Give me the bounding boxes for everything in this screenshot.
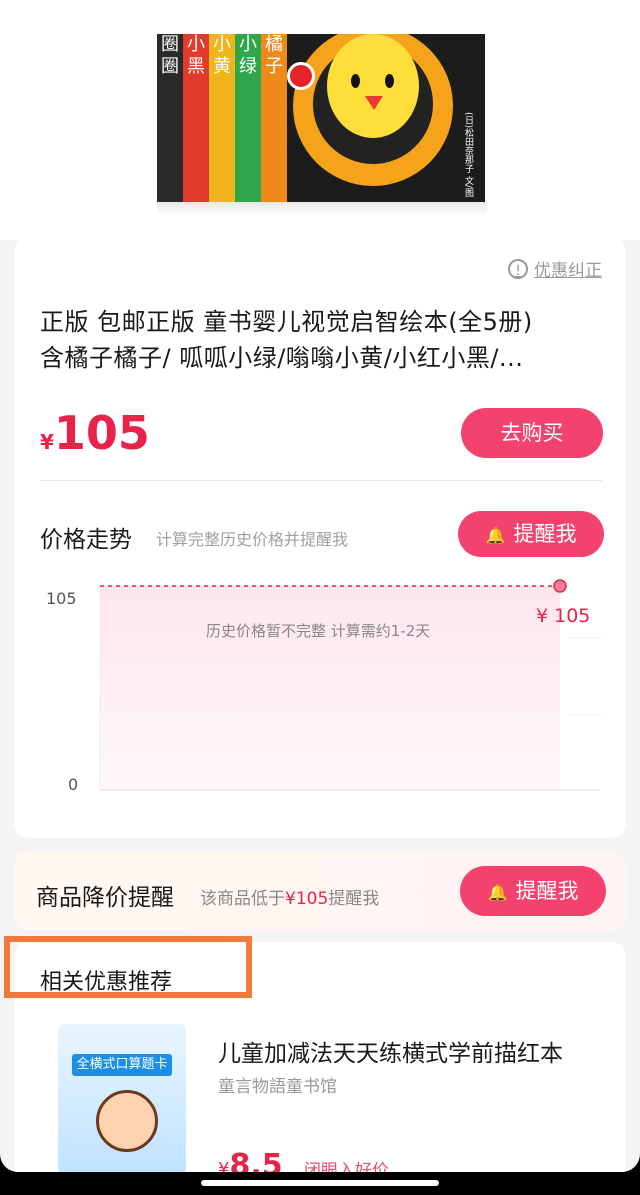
chart-end-label: ¥ 105 bbox=[536, 605, 590, 627]
flower-icon bbox=[287, 62, 315, 90]
thumb-title: 全横式口算题卡 bbox=[72, 1054, 172, 1076]
price-drop-subtitle: 该商品低于¥105提醒我 bbox=[200, 884, 379, 909]
recommended-item-shop: 童言物語童书馆 bbox=[218, 1077, 337, 1097]
price-trend-chart: 105 0 历史价格暂不完整 计算需约1-2天 ¥ 105 bbox=[46, 578, 602, 794]
exclamation-icon: ! bbox=[508, 258, 528, 279]
price-value: 105 bbox=[53, 406, 150, 460]
recommended-item-price: ¥8.5 bbox=[218, 1148, 283, 1172]
book-cover: (日)松田奈那子 文/图 bbox=[287, 34, 485, 204]
book-spine-4: 小绿 bbox=[235, 34, 261, 204]
sub-price: ¥105 bbox=[285, 889, 329, 909]
box-base bbox=[157, 202, 487, 216]
product-title: 正版 包邮正版 童书婴儿视觉启智绘本(全5册) 含橘子橘子/ 呱呱小绿/嗡嗡小黄… bbox=[40, 304, 600, 376]
chick-face bbox=[327, 34, 419, 138]
currency-symbol: ¥ bbox=[218, 1159, 230, 1172]
eye-icon bbox=[385, 74, 394, 88]
report-label: 优惠纠正 bbox=[534, 261, 602, 281]
screen: 圈圈 小黑 小黄 小绿 橘子 (日)松田奈那子 文/图 ! 优惠纠正 正版 包邮… bbox=[0, 0, 640, 1172]
book-set-illustration: 圈圈 小黑 小黄 小绿 橘子 (日)松田奈那子 文/图 bbox=[157, 34, 487, 216]
home-indicator[interactable] bbox=[201, 1180, 439, 1186]
price-value: 8.5 bbox=[229, 1148, 283, 1172]
product-price: ¥105 bbox=[40, 406, 150, 460]
bell-icon: 🔔 bbox=[487, 883, 508, 902]
spine-label: 小黑 bbox=[187, 34, 205, 77]
product-image[interactable]: 圈圈 小黑 小黄 小绿 橘子 (日)松田奈那子 文/图 bbox=[0, 0, 640, 240]
y-tick-label-top: 105 bbox=[46, 589, 77, 608]
remind-label: 提醒我 bbox=[513, 522, 577, 546]
recommended-item-name[interactable]: 儿童加减法天天练横式学前描红本 bbox=[218, 1034, 563, 1068]
title-line-1: 正版 包邮正版 童书婴儿视觉启智绘本(全5册) bbox=[40, 308, 533, 336]
price-trend-subtitle: 计算完整历史价格并提醒我 bbox=[156, 530, 349, 549]
spine-label: 橘子 bbox=[265, 34, 283, 77]
cover-credits: (日)松田奈那子 文/图 bbox=[463, 112, 473, 197]
price-drop-remind-button[interactable]: 🔔 提醒我 bbox=[460, 866, 606, 916]
chart-notice: 历史价格暂不完整 计算需约1-2天 bbox=[206, 622, 430, 640]
book-spine-3: 小黄 bbox=[209, 34, 235, 204]
report-discount-link[interactable]: ! 优惠纠正 bbox=[508, 256, 602, 281]
spine-label: 圈圈 bbox=[161, 34, 179, 77]
book-spine-2: 小黑 bbox=[183, 34, 209, 204]
recommended-item-tag: 闭眼入好价 bbox=[304, 1161, 389, 1172]
price-trend-title: 价格走势 bbox=[40, 527, 132, 553]
divider bbox=[40, 480, 602, 481]
sub-suffix: 提醒我 bbox=[328, 889, 380, 909]
eye-icon bbox=[351, 74, 360, 88]
buy-button[interactable]: 去购买 bbox=[461, 408, 603, 458]
child-illustration bbox=[96, 1090, 158, 1152]
price-drop-alert-card: 商品降价提醒 该商品低于¥105提醒我 🔔 提醒我 bbox=[14, 852, 626, 930]
price-area bbox=[100, 586, 560, 790]
price-point[interactable] bbox=[553, 579, 567, 593]
spine-label: 小绿 bbox=[239, 34, 257, 77]
book-spine-1: 圈圈 bbox=[157, 34, 183, 204]
product-info-card: ! 优惠纠正 正版 包邮正版 童书婴儿视觉启智绘本(全5册) 含橘子橘子/ 呱呱… bbox=[14, 238, 626, 838]
currency-symbol: ¥ bbox=[40, 430, 54, 454]
price-drop-title: 商品降价提醒 bbox=[36, 885, 174, 911]
sub-prefix: 该商品低于 bbox=[200, 889, 285, 909]
spine-label: 小黄 bbox=[213, 34, 231, 77]
remind-me-button[interactable]: 🔔 提醒我 bbox=[458, 511, 604, 557]
recommendation-card: 相关优惠推荐 全横式口算题卡 儿童加减法天天练横式学前描红本 童言物語童书馆 ¥… bbox=[4, 936, 626, 1172]
y-tick-label-bottom: 0 bbox=[68, 775, 78, 794]
recommendation-heading: 相关优惠推荐 bbox=[40, 970, 173, 995]
bell-icon: 🔔 bbox=[485, 526, 506, 545]
remind-label: 提醒我 bbox=[515, 879, 579, 903]
recommended-item-thumbnail[interactable]: 全横式口算题卡 bbox=[58, 1024, 186, 1172]
title-line-2: 含橘子橘子/ 呱呱小绿/嗡嗡小黄/小红小黑/... bbox=[40, 344, 524, 372]
beak-icon bbox=[365, 96, 383, 110]
book-spine-5: 橘子 bbox=[261, 34, 287, 204]
